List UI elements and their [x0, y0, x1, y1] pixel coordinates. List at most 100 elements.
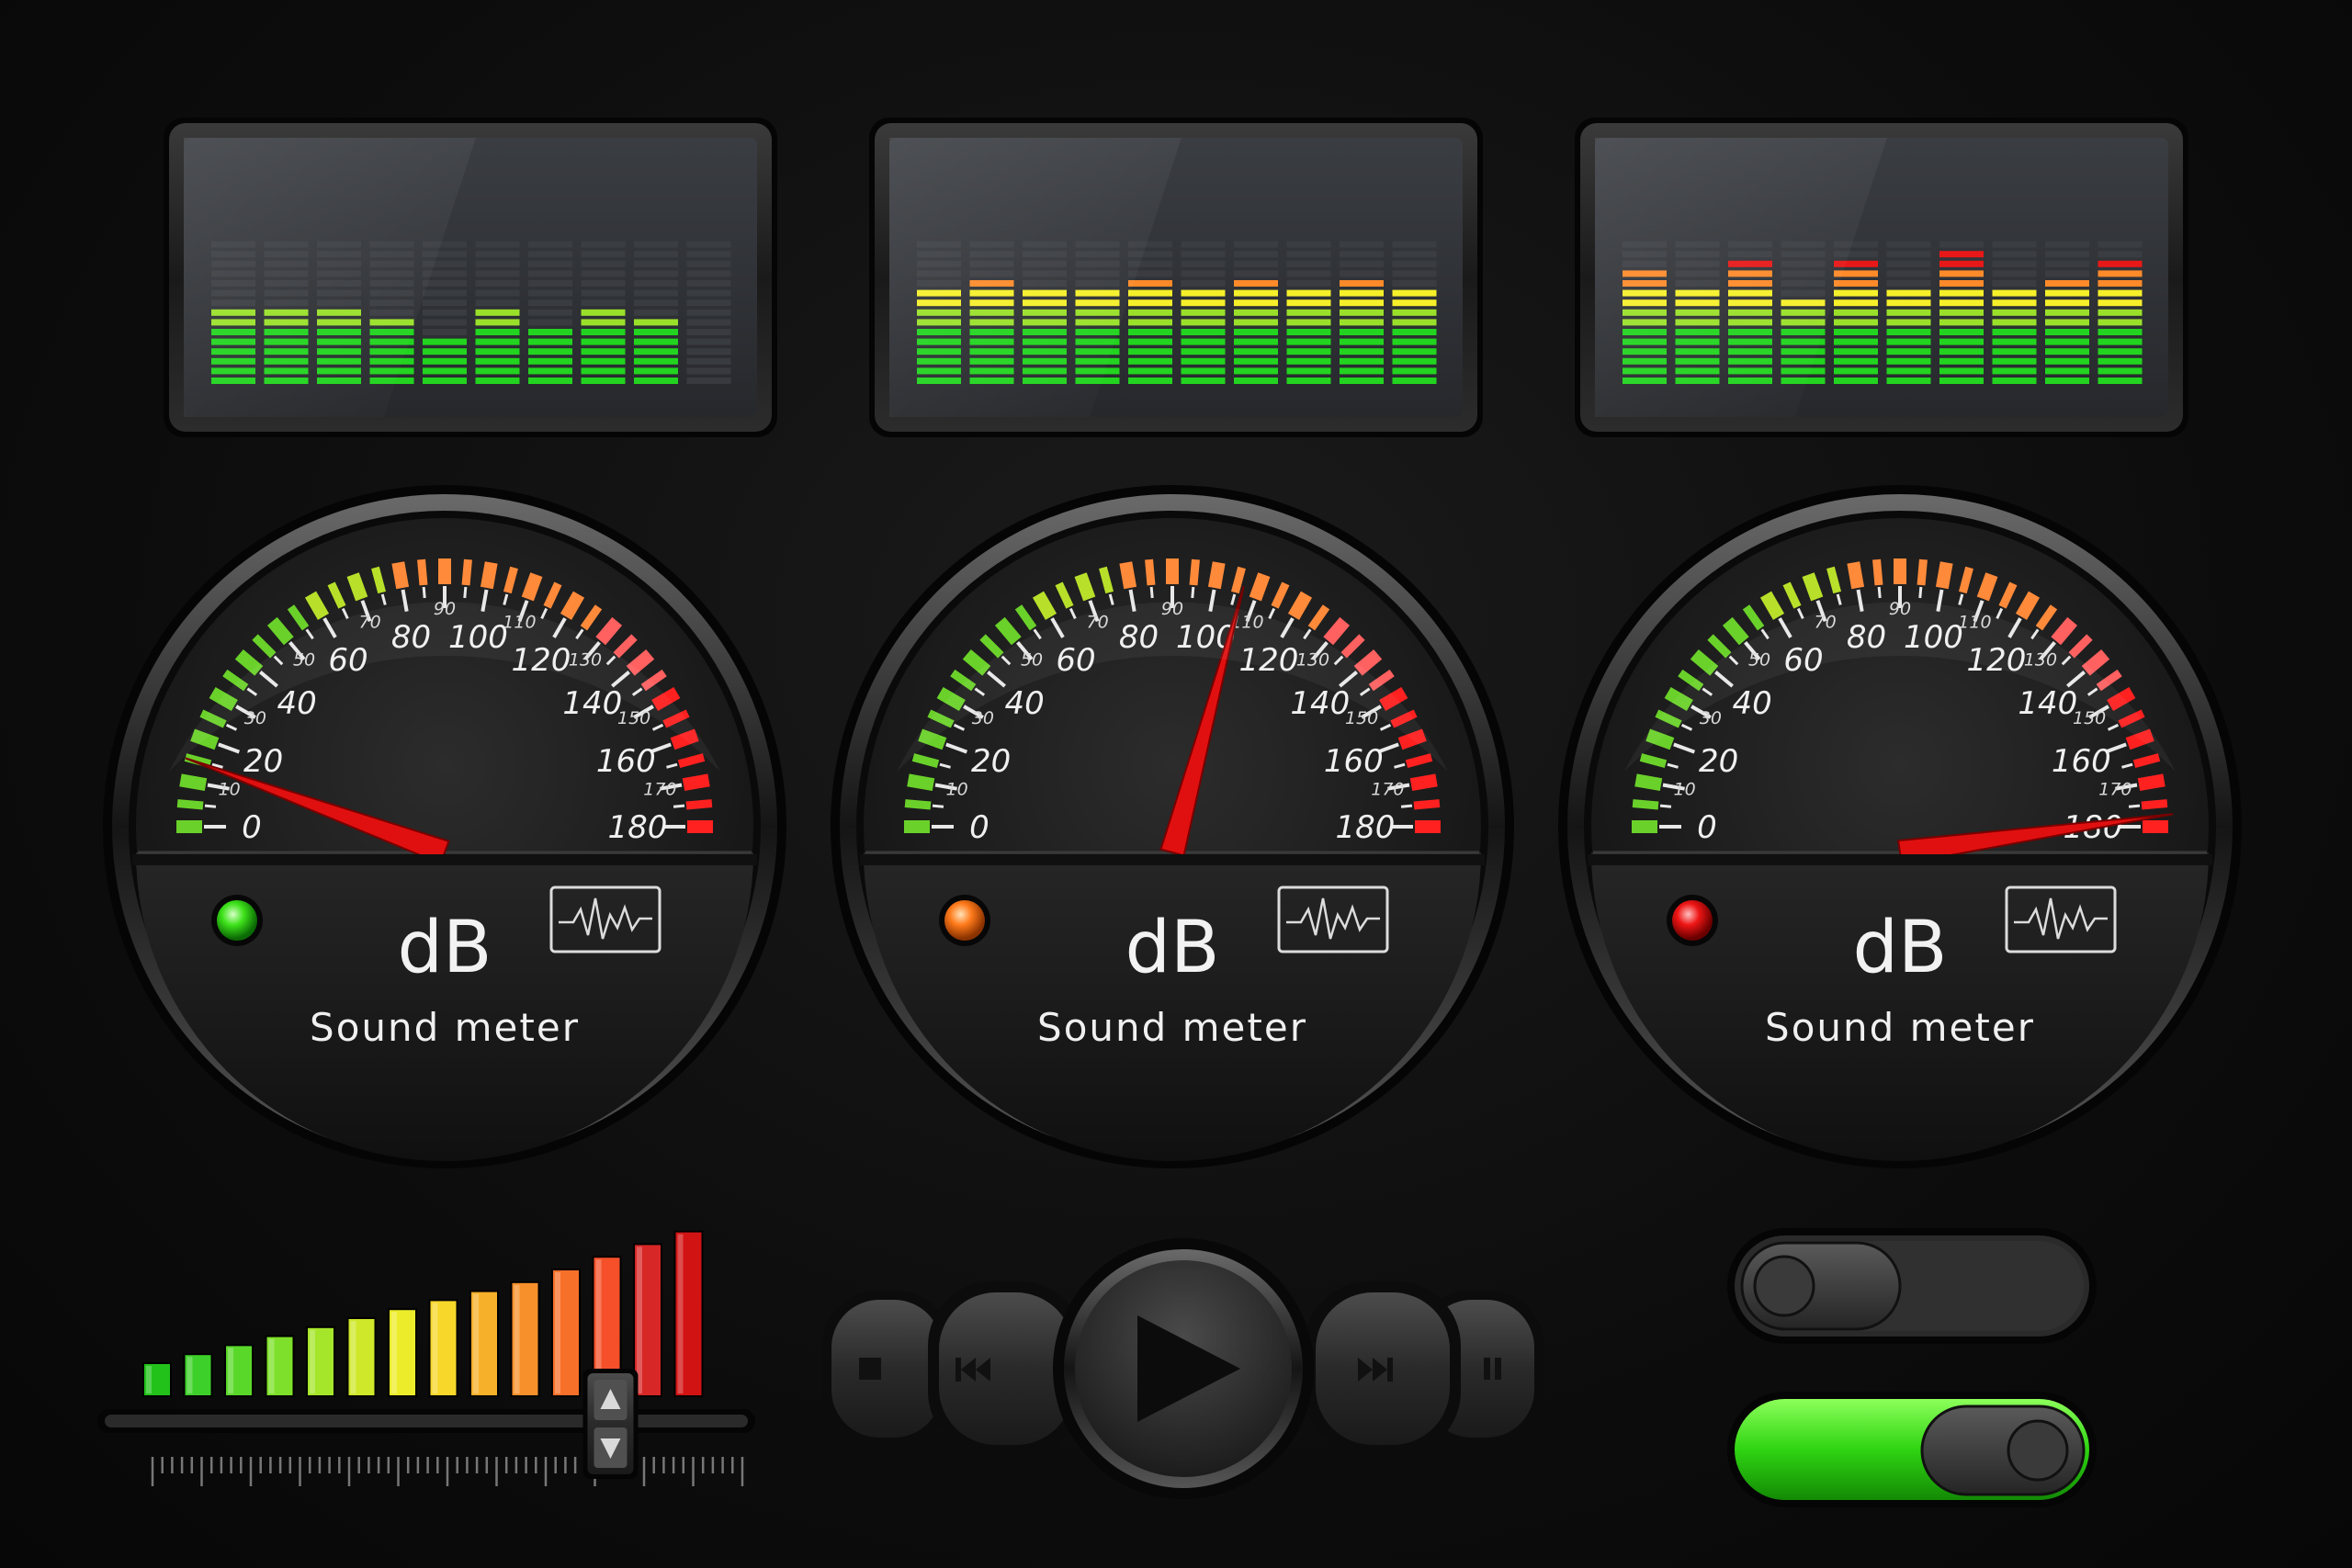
gauge-color-tick [907, 773, 935, 792]
eq-segment [528, 319, 572, 326]
eq-segment [1886, 357, 1931, 365]
eq-segment [2098, 309, 2143, 316]
eq-segment [528, 241, 572, 248]
eq-segment [634, 260, 678, 267]
eq-segment [1128, 357, 1172, 365]
gauge-color-tick [1409, 773, 1438, 792]
eq-segment [686, 241, 731, 248]
eq-segment [2045, 309, 2089, 316]
eq-segment [2098, 348, 2143, 355]
status-led [944, 900, 985, 941]
level-slider-handle[interactable] [582, 1369, 639, 1479]
eq-segment [1834, 378, 1878, 384]
eq-segment [2045, 357, 2089, 365]
eq-segment [1286, 251, 1331, 258]
eq-segment [1234, 280, 1278, 287]
gauge-major-label: 0 [969, 809, 989, 846]
eq-segment [475, 299, 520, 307]
gauge-minor-label: 170 [2098, 780, 2132, 800]
gauge-color-tick [1632, 799, 1659, 810]
eq-segment [1340, 280, 1384, 287]
eq-segment [423, 357, 467, 365]
eq-segment [1128, 309, 1172, 316]
eq-segment [1939, 289, 1984, 297]
gauge-color-tick [904, 799, 932, 810]
eq-segment [1992, 319, 2037, 326]
gauge-major-label: 20 [243, 743, 283, 780]
gauge-color-tick [682, 773, 710, 792]
eq-segment [1128, 289, 1172, 297]
eq-segment [1340, 348, 1384, 355]
eq-segment [1128, 319, 1172, 326]
eq-segment [686, 251, 731, 258]
eq-segment [1939, 299, 1984, 307]
eq-segment [2045, 270, 2089, 277]
skip-forward-button[interactable] [1305, 1281, 1461, 1456]
eq-segment [475, 329, 520, 335]
eq-segment [1234, 299, 1278, 307]
eq-segment [1181, 299, 1226, 307]
eq-segment [1128, 367, 1172, 375]
eq-segment [1392, 270, 1437, 277]
eq-segment [423, 309, 467, 316]
gauge-color-tick [521, 572, 543, 602]
eq-segment [2045, 251, 2089, 258]
eq-segment [1992, 260, 2037, 267]
eq-segment [1939, 338, 1984, 345]
play-button[interactable] [1053, 1238, 1314, 1499]
eq-segment [2098, 299, 2143, 307]
eq-segment [581, 309, 626, 316]
sound-control-panel: 020406080 1001201401601801030507090110130… [97, 118, 2242, 1507]
eq-segment [1834, 348, 1878, 355]
eq-segment [581, 289, 626, 297]
eq-segment [1340, 357, 1384, 365]
eq-segment [423, 319, 467, 326]
eq-segment [1392, 367, 1437, 375]
eq-segment [1286, 309, 1331, 316]
eq-segment [634, 280, 678, 287]
toggle-on[interactable] [1727, 1392, 2097, 1507]
eq-segment [1340, 289, 1384, 297]
equalizer-mid [869, 118, 1483, 437]
eq-segment [1886, 289, 1931, 297]
eq-segment [1392, 309, 1437, 316]
eq-segment [2098, 319, 2143, 326]
eq-segment [634, 319, 678, 326]
eq-segment [1834, 309, 1878, 316]
eq-segment [1886, 348, 1931, 355]
toggle-off[interactable] [1727, 1228, 2097, 1344]
eq-segment [475, 309, 520, 316]
gauge-minor-label: 30 [972, 708, 994, 728]
eq-segment [1181, 280, 1226, 287]
gauge-color-tick [1413, 799, 1441, 810]
eq-segment [1392, 338, 1437, 345]
eq-segment [475, 241, 520, 248]
eq-segment [1939, 319, 1984, 326]
eq-segment [1286, 357, 1331, 365]
eq-segment [1340, 378, 1384, 384]
eq-segment [1340, 367, 1384, 375]
gauge-color-tick [176, 799, 204, 810]
eq-segment [1128, 299, 1172, 307]
eq-segment [634, 357, 678, 365]
eq-segment [1286, 299, 1331, 307]
eq-segment [528, 309, 572, 316]
eq-segment [686, 299, 731, 307]
eq-segment [1234, 367, 1278, 375]
eq-segment [1286, 260, 1331, 267]
eq-segment [581, 241, 626, 248]
eq-segment [2045, 329, 2089, 335]
eq-segment [1992, 309, 2037, 316]
eq-segment [1392, 260, 1437, 267]
gauge-minor-label: 10 [219, 780, 241, 800]
gauge-color-tick [480, 561, 498, 590]
eq-segment [475, 378, 520, 384]
eq-segment [2045, 299, 2089, 307]
stop-icon [859, 1358, 881, 1380]
gauge-major-label: 160 [2052, 743, 2111, 780]
gauge-color-tick [461, 558, 472, 586]
eq-segment [423, 280, 467, 287]
eq-segment [1992, 357, 2037, 365]
eq-segment [475, 348, 520, 355]
eq-segment [1886, 378, 1931, 384]
